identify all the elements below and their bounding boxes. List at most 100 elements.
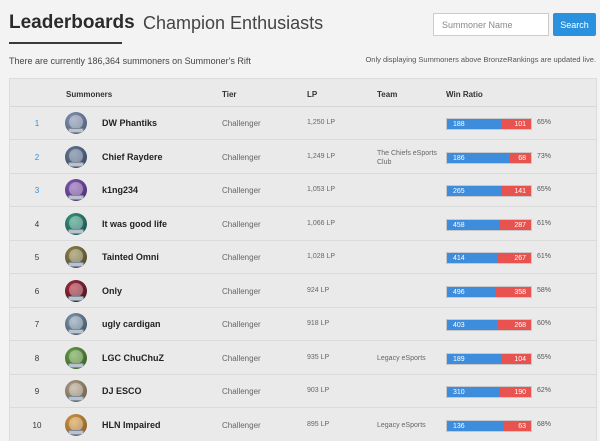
- table-row[interactable]: 5 Tainted Omni Challenger 1,028 LP 414 267 61%: [10, 241, 596, 274]
- losses-count: 101: [514, 121, 526, 128]
- summoner-avatar[interactable]: [65, 145, 87, 168]
- lp-value: 918 LP: [307, 320, 330, 327]
- losses-count: 358: [514, 288, 526, 296]
- wins-count: 496: [453, 288, 465, 296]
- tab-champion-enthusiasts[interactable]: Champion Enthusiasts: [143, 13, 323, 34]
- leaderboard-table: Summoners Tier LP Team Win Ratio 1 DW Pha…: [9, 78, 597, 441]
- table-row[interactable]: 9 DJ ESCO Challenger 903 LP 310 190 62%: [10, 375, 596, 408]
- lp-value: 924 LP: [307, 286, 330, 294]
- avatar-face: [69, 282, 83, 297]
- summoner-name[interactable]: LGC ChuChuZ: [102, 353, 164, 363]
- avatar-face: [69, 383, 83, 397]
- table-row[interactable]: 1 DW Phantiks Challenger 1,250 LP 188 101 65%: [10, 107, 596, 140]
- tier-text: Challenger: [222, 353, 261, 363]
- table-row[interactable]: 10 HLN Impaired Challenger 895 LP Legacy eSp…: [10, 409, 596, 441]
- summoner-name[interactable]: ugly cardigan: [102, 319, 161, 329]
- win-ratio-bar: 414 267: [446, 252, 532, 264]
- team-name: The Chiefs eSports Club: [377, 149, 437, 166]
- table-row[interactable]: 2 Chief Raydere Challenger 1,249 LP The Chie…: [10, 141, 596, 174]
- ranking-note: Only displaying Summoners above BronzeRa…: [365, 55, 596, 64]
- rank-crest-icon: [68, 429, 84, 435]
- search-button[interactable]: Search: [553, 13, 596, 36]
- avatar-face: [69, 416, 83, 431]
- win-percentage: 68%: [537, 420, 552, 428]
- rank-crest-icon: [68, 329, 84, 334]
- win-ratio-bar: 496 358: [446, 285, 532, 298]
- losses-count: 104: [514, 355, 526, 363]
- avatar-face: [69, 249, 83, 263]
- summoner-name[interactable]: DW Phantiks: [102, 118, 157, 128]
- losses-count: 190: [514, 389, 526, 396]
- summoner-avatar[interactable]: [65, 346, 87, 369]
- lp-value: 1,053 LP: [307, 186, 336, 193]
- summoner-avatar[interactable]: [65, 112, 87, 134]
- rank-crest-icon: [68, 195, 84, 200]
- rank-crest-icon: [68, 362, 84, 368]
- tier-text: Challenger: [222, 152, 261, 162]
- wins-count: 189: [453, 355, 465, 363]
- summoner-avatar[interactable]: [65, 313, 87, 335]
- rank-number: 7: [34, 320, 40, 329]
- tab-leaderboards[interactable]: Leaderboards: [9, 12, 135, 34]
- lp-value: 1,028 LP: [307, 253, 336, 260]
- losses-count: 68: [518, 154, 526, 162]
- summoner-name[interactable]: Only: [102, 286, 122, 296]
- lp-value: 1,066 LP: [307, 219, 336, 227]
- summoner-name[interactable]: Chief Raydere: [102, 152, 163, 162]
- losses-count: 63: [518, 422, 526, 430]
- win-percentage: 65%: [537, 186, 552, 193]
- table-row[interactable]: 4 It was good life Challenger 1,066 LP 458 28…: [10, 208, 596, 241]
- win-percentage: 61%: [537, 219, 552, 227]
- summoner-avatar[interactable]: [65, 246, 87, 268]
- rank-number: 2: [34, 152, 40, 162]
- rank-crest-icon: [68, 262, 84, 267]
- rank-crest-icon: [68, 128, 84, 133]
- win-ratio-bar: 458 287: [446, 218, 532, 231]
- win-ratio-bar: 265 141: [446, 185, 532, 197]
- summoner-name[interactable]: It was good life: [102, 219, 167, 229]
- summoner-avatar[interactable]: [65, 212, 87, 235]
- tier-text: Challenger: [222, 420, 261, 430]
- rank-number: 6: [34, 286, 40, 296]
- table-row[interactable]: 6 Only Challenger 924 LP 496 358 58%: [10, 275, 596, 308]
- tier-text: Challenger: [222, 387, 261, 396]
- rank-crest-icon: [68, 295, 84, 301]
- win-ratio-bar: 310 190: [446, 386, 532, 398]
- summoner-name[interactable]: k1ng234: [102, 185, 138, 195]
- team-name: Legacy eSports: [377, 354, 426, 362]
- wins-count: 403: [453, 322, 465, 329]
- rank-crest-icon: [68, 161, 84, 167]
- rank-number: 3: [34, 186, 40, 195]
- avatar-face: [69, 215, 83, 230]
- win-percentage: 65%: [537, 353, 552, 361]
- table-row[interactable]: 8 LGC ChuChuZ Challenger 935 LP Legacy eSpor…: [10, 342, 596, 375]
- win-percentage: 58%: [537, 286, 552, 294]
- header-tier: Tier: [222, 90, 237, 99]
- wins-count: 458: [453, 221, 465, 229]
- summoner-avatar[interactable]: [65, 380, 87, 402]
- lp-value: 903 LP: [307, 387, 330, 394]
- tier-text: Challenger: [222, 253, 261, 262]
- win-percentage: 60%: [537, 320, 552, 327]
- summoner-avatar[interactable]: [65, 179, 87, 201]
- summoner-name[interactable]: DJ ESCO: [102, 386, 142, 396]
- avatar-face: [69, 115, 83, 129]
- losses-count: 287: [514, 221, 526, 229]
- win-percentage: 61%: [537, 253, 552, 260]
- win-ratio-bar: 403 268: [446, 319, 532, 331]
- summoner-search-input[interactable]: [433, 13, 549, 36]
- rank-number: 1: [34, 119, 40, 128]
- rank-number: 5: [34, 253, 40, 262]
- team-name: Legacy eSports: [377, 421, 426, 429]
- summoner-avatar[interactable]: [65, 279, 87, 302]
- lp-value: 935 LP: [307, 353, 330, 361]
- summoner-name[interactable]: Tainted Omni: [102, 252, 159, 262]
- avatar-face: [69, 148, 83, 163]
- summoner-name[interactable]: HLN Impaired: [102, 420, 161, 430]
- summoner-count-text: There are currently 186,364 summoners on…: [9, 56, 251, 66]
- summoner-avatar[interactable]: [65, 413, 87, 436]
- table-row[interactable]: 7 ugly cardigan Challenger 918 LP 403 268 60%: [10, 308, 596, 341]
- win-ratio-bar: 188 101: [446, 118, 532, 130]
- table-row[interactable]: 3 k1ng234 Challenger 1,053 LP 265 141 65%: [10, 174, 596, 207]
- avatar-face: [69, 349, 83, 364]
